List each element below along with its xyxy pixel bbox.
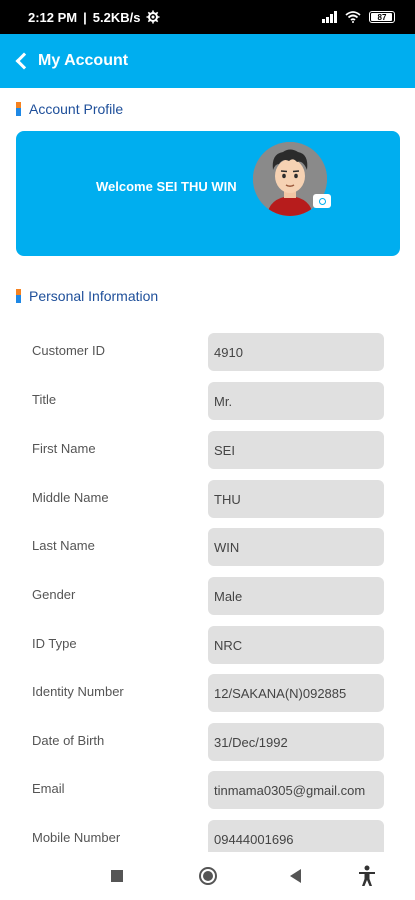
circle-icon[interactable] — [199, 867, 217, 885]
field-label: Date of Birth — [32, 733, 105, 748]
system-nav-bar — [0, 852, 415, 900]
field-value[interactable]: 31/Dec/1992 — [208, 723, 384, 761]
status-time: 2:12 PM — [28, 9, 78, 25]
status-left: 2:12 PM | 5.2KB/s — [28, 10, 160, 25]
field-id-type: ID Type NRC — [0, 626, 415, 664]
field-value[interactable]: NRC — [208, 626, 384, 664]
field-label: Middle Name — [32, 490, 109, 505]
field-value[interactable]: WIN — [208, 528, 384, 566]
app-bar: My Account — [0, 34, 415, 88]
profile-card: Welcome SEI THU WIN — [16, 131, 400, 256]
field-title: Title Mr. — [0, 382, 415, 420]
field-last-name: Last Name WIN — [0, 528, 415, 566]
status-bar: 2:12 PM | 5.2KB/s 87 — [0, 0, 415, 34]
welcome-text: Welcome SEI THU WIN — [96, 179, 237, 194]
field-value[interactable]: SEI — [208, 431, 384, 469]
account-profile-header: Account Profile — [16, 101, 123, 117]
battery-icon: 87 — [369, 11, 395, 23]
field-label: Mobile Number — [32, 830, 121, 845]
field-customer-id: Customer ID 4910 — [0, 333, 415, 371]
field-gender: Gender Male — [0, 577, 415, 615]
field-label: ID Type — [32, 636, 77, 651]
section-marker-icon — [16, 289, 21, 303]
field-date-of-birth: Date of Birth 31/Dec/1992 — [0, 723, 415, 761]
field-value[interactable]: 12/SAKANA(N)092885 — [208, 674, 384, 712]
status-right: 87 — [322, 11, 395, 23]
field-value[interactable]: tinmama0305@gmail.com — [208, 771, 384, 809]
camera-icon[interactable] — [313, 194, 331, 208]
field-value[interactable]: THU — [208, 480, 384, 518]
wifi-icon — [345, 11, 361, 23]
square-icon[interactable] — [111, 870, 123, 882]
field-label: First Name — [32, 441, 96, 456]
account-profile-title: Account Profile — [29, 101, 124, 117]
battery-level: 87 — [377, 12, 387, 22]
field-label: Gender — [32, 587, 76, 602]
field-mobile-number: Mobile Number 09444001696 — [0, 820, 415, 852]
personal-info-title: Personal Information — [29, 288, 159, 304]
triangle-back-icon[interactable] — [290, 869, 301, 883]
field-identity-number: Identity Number 12/SAKANA(N)092885 — [0, 674, 415, 712]
settings-gear-icon — [146, 10, 160, 24]
field-first-name: First Name SEI — [0, 431, 415, 469]
field-middle-name: Middle Name THU — [0, 480, 415, 518]
field-label: Last Name — [32, 538, 95, 553]
field-label: Title — [32, 392, 57, 407]
account-content[interactable]: Account Profile Welcome SEI THU WIN Pers… — [0, 88, 415, 852]
chevron-left-icon — [15, 52, 33, 70]
field-email: Email tinmama0305@gmail.com — [0, 771, 415, 809]
status-net-speed: 5.2KB/s — [92, 9, 141, 25]
personal-info-header: Personal Information — [16, 288, 158, 304]
field-label: Identity Number — [32, 684, 124, 699]
field-value[interactable]: Male — [208, 577, 384, 615]
back-button[interactable]: My Account — [14, 52, 128, 70]
field-value[interactable]: Mr. — [208, 382, 384, 420]
field-value[interactable]: 4910 — [208, 333, 384, 371]
section-marker-icon — [16, 102, 21, 116]
field-value[interactable]: 09444001696 — [208, 820, 384, 852]
field-label: Customer ID — [32, 343, 105, 358]
field-label: Email — [32, 781, 65, 796]
page-title: My Account — [38, 52, 129, 69]
signal-icon — [322, 11, 337, 23]
status-separator: | — [83, 9, 87, 25]
accessibility-icon[interactable] — [357, 865, 377, 887]
